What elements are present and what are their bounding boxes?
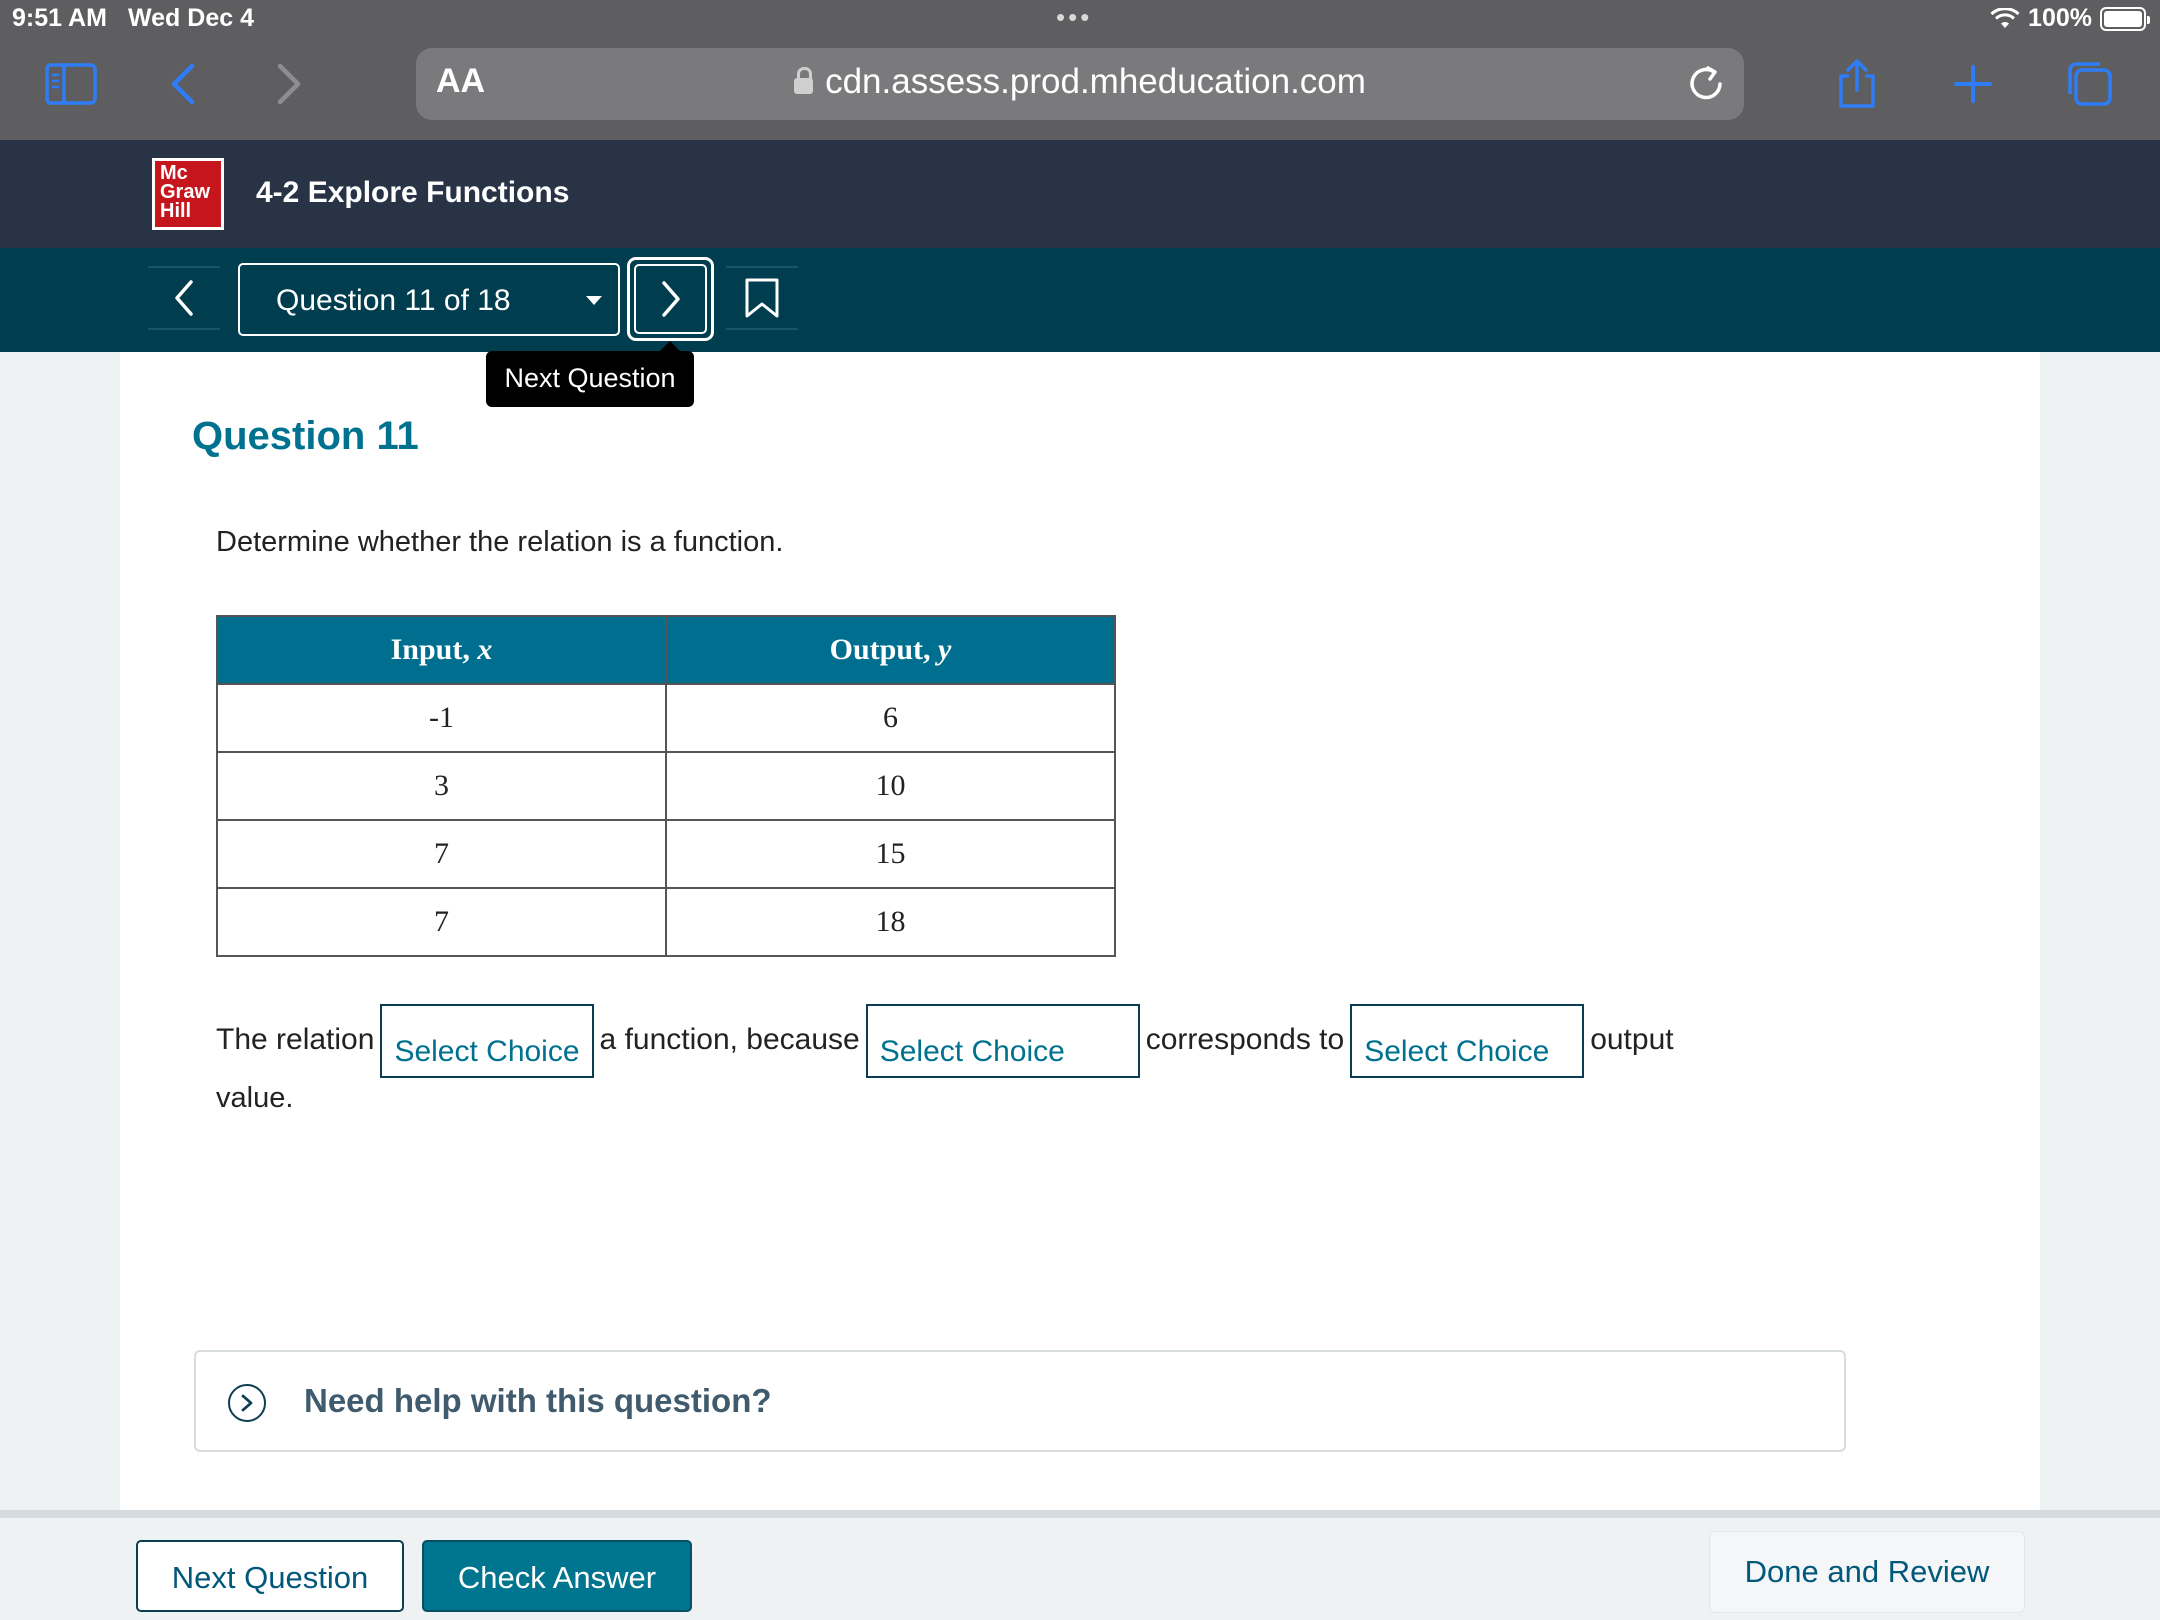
footer-bar: Next Question Check Answer Done and Revi…	[0, 1510, 2160, 1620]
plus-icon[interactable]	[1938, 52, 2008, 116]
next-question-button[interactable]: Next Question	[136, 1540, 404, 1612]
assignment-title: 4-2 Explore Functions	[256, 176, 570, 209]
table-cell: 15	[664, 819, 1117, 889]
question-nav-bar: Question 11 of 18	[0, 248, 2160, 352]
table-cell: 6	[664, 683, 1117, 753]
battery-percent: 100%	[2028, 4, 2092, 32]
question-heading: Question 11	[192, 414, 419, 458]
done-and-review-button[interactable]: Done and Review	[1710, 1532, 2024, 1612]
lock-icon	[794, 67, 814, 94]
tabs-icon[interactable]	[2054, 52, 2124, 116]
caret-down-icon	[586, 296, 602, 305]
bookmark-icon	[745, 278, 779, 318]
table-row: 3 10	[216, 751, 1117, 821]
status-indicators: 100%	[1990, 4, 2150, 33]
status-date: Wed Dec 4	[128, 4, 254, 32]
sentence-text: The relation	[216, 1022, 375, 1056]
sentence-text: value.	[216, 1082, 294, 1114]
sentence-text: output	[1590, 1022, 1674, 1056]
is-function-dropdown[interactable]: Select Choice	[380, 1004, 594, 1078]
multitasking-dots[interactable]: •••	[1056, 2, 1092, 33]
battery-icon	[2100, 6, 2150, 31]
chevron-left-icon	[175, 280, 193, 316]
table-header-input: Input, x	[216, 615, 667, 685]
table-cell: 3	[216, 751, 667, 821]
relation-table: Input, x Output, y -1 6 3 10 7 15 7 18	[216, 615, 1117, 957]
browser-chrome: 9:51 AM Wed Dec 4 ••• 100% AA cdn.assess…	[0, 0, 2160, 140]
table-cell: 18	[664, 887, 1117, 957]
reload-icon[interactable]	[1684, 62, 1728, 106]
help-text: Need help with this question?	[304, 1382, 772, 1419]
table-cell: -1	[216, 683, 667, 753]
share-icon[interactable]	[1822, 52, 1892, 116]
input-quantity-dropdown[interactable]: Select Choice	[865, 1004, 1140, 1078]
next-question-arrow-button[interactable]	[627, 257, 714, 341]
help-panel[interactable]: Need help with this question?	[194, 1350, 1846, 1452]
table-row: -1 6	[216, 683, 1117, 753]
table-cell: 10	[664, 751, 1117, 821]
sentence-text: a function, because	[599, 1022, 860, 1056]
question-card: Question 11 Determine whether the relati…	[120, 352, 2040, 1510]
back-icon[interactable]	[148, 52, 218, 116]
mcgraw-hill-logo: Mc Graw Hill	[152, 158, 224, 230]
table-cell: 7	[216, 887, 667, 957]
address-bar[interactable]: AA cdn.assess.prod.mheducation.com	[416, 48, 1744, 120]
table-row: 7 15	[216, 819, 1117, 889]
table-cell: 7	[216, 819, 667, 889]
table-row: 7 18	[216, 887, 1117, 957]
answer-sentence: The relation Select Choice a function, bec…	[216, 1004, 1736, 1078]
next-question-tooltip: Next Question	[486, 341, 694, 407]
question-prompt: Determine whether the relation is a func…	[216, 526, 784, 558]
output-quantity-dropdown[interactable]: Select Choice	[1350, 1004, 1585, 1078]
app-header: Mc Graw Hill 4-2 Explore Functions	[0, 140, 2160, 248]
sidebar-icon[interactable]	[36, 52, 106, 116]
url-text: cdn.assess.prod.mheducation.com	[825, 62, 1366, 101]
question-selector-label: Question 11 of 18	[276, 284, 511, 317]
sentence-text: corresponds to	[1145, 1022, 1345, 1056]
forward-icon[interactable]	[254, 52, 324, 116]
chevron-right-icon	[661, 281, 680, 317]
wifi-icon	[1990, 7, 2020, 28]
previous-question-button[interactable]	[148, 266, 220, 330]
expand-chevron-icon	[228, 1384, 266, 1422]
question-selector[interactable]: Question 11 of 18	[238, 263, 620, 336]
check-answer-button[interactable]: Check Answer	[422, 1540, 692, 1612]
bookmark-button[interactable]	[726, 266, 798, 330]
status-time: 9:51 AM	[12, 4, 107, 32]
table-header-output: Output, y	[664, 615, 1117, 685]
